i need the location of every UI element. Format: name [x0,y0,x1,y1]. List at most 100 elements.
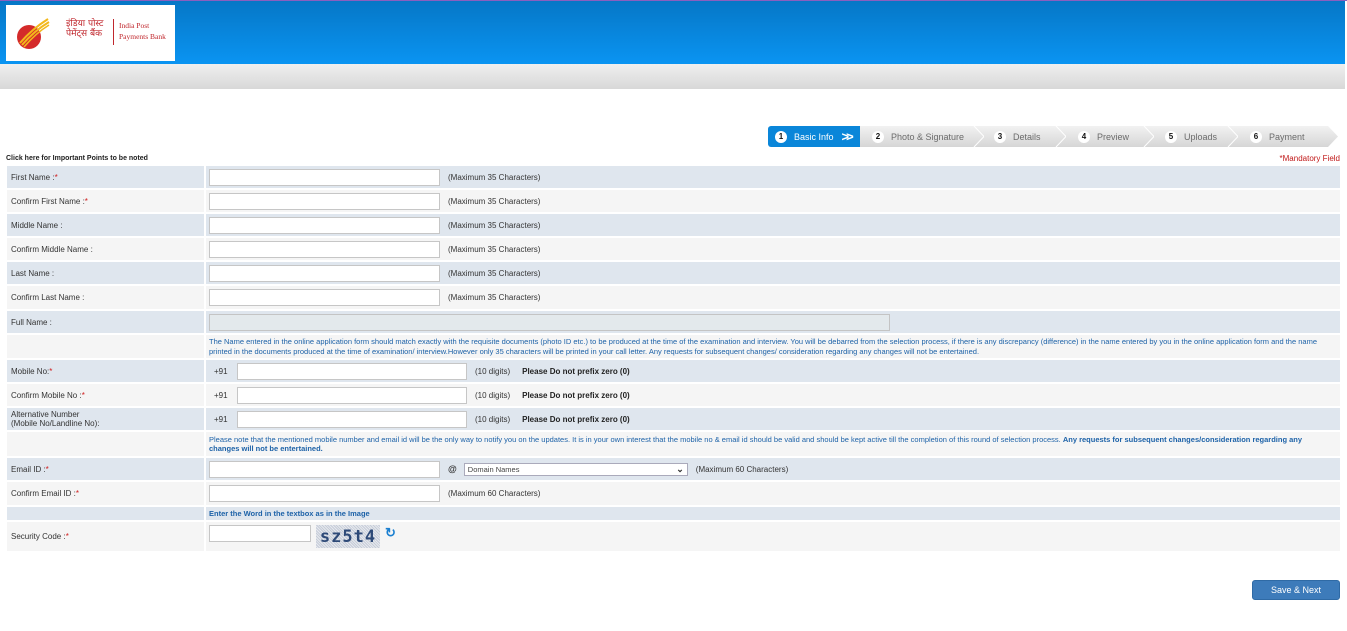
no-zero-note: Please Do not prefix zero (0) [522,390,630,400]
first-name-input[interactable] [209,168,440,186]
confirm-last-name-cell: (Maximum 35 Characters) [206,286,1340,309]
required-marker: * [65,532,69,541]
form-row-confirm-mobile: Confirm Mobile No : * +91 (10 digits) Ple… [7,384,1340,408]
form-row-alternative-number: Alternative Number (Mobile No/Landline N… [7,408,1340,432]
step-number: 1 [775,130,787,143]
captcha-image: sz5t4 [316,525,380,548]
confirm-mobile-cell: +91 (10 digits) Please Do not prefix zer… [206,384,1340,406]
form-row-contact-note: Please note that the mentioned mobile nu… [7,432,1340,458]
chevron-down-icon: ⌄ [676,463,684,474]
confirm-last-name-input[interactable] [209,289,440,306]
max-chars-hint: (Maximum 60 Characters) [695,464,789,474]
country-code: +91 [214,414,228,424]
required-marker: * [54,172,58,182]
alternative-number-input[interactable] [237,410,467,428]
form-row-confirm-middle-name: Confirm Middle Name : (Maximum 35 Charac… [7,238,1340,262]
required-marker: * [49,366,53,376]
label-text: Confirm First Name : [11,196,85,206]
captcha-note: Enter the Word in the textbox as in the … [209,509,370,518]
no-zero-note: Please Do not prefix zero (0) [522,366,630,376]
label-text: Confirm Mobile No : [11,390,82,400]
important-points-link[interactable]: Click here for Important Points to be no… [6,155,148,162]
form-row-mobile: Mobile No: * +91 (10 digits) Please Do no… [7,360,1340,384]
confirm-last-name-label: Confirm Last Name : [7,286,206,309]
step-label: Uploads [1184,131,1218,142]
domain-select-value: Domain Names [467,464,520,474]
full-name-input [209,313,890,331]
digits-hint: (10 digits) [475,414,511,424]
first-name-label: First Name : * [7,166,206,188]
step-label: Payment [1269,131,1305,142]
step-details[interactable]: 3 Details [984,126,1067,147]
middle-name-input[interactable] [209,216,440,234]
confirm-email-cell: (Maximum 60 Characters) [206,482,1340,505]
label-text: Security Code : [11,532,66,541]
mobile-label: Mobile No: * [7,360,206,382]
logo-separator [113,19,114,45]
country-code: +91 [214,366,228,376]
label-line1: Alternative Number [11,410,80,419]
logo-hindi-line1: इंडिया पोस्ट [66,19,104,29]
basic-info-form: First Name : * (Maximum 35 Characters) C… [7,166,1340,553]
max-chars-hint: (Maximum 35 Characters) [448,244,541,254]
mandatory-field-note: *Mandatory Field [1279,154,1340,163]
name-note-cell: The Name entered in the online applicati… [206,335,1340,358]
required-marker: * [75,489,80,498]
digits-hint: (10 digits) [475,366,511,376]
empty-label [7,335,206,358]
form-row-name-note: The Name entered in the online applicati… [7,335,1340,360]
save-next-button[interactable]: Save & Next [1252,580,1340,600]
mobile-input[interactable] [237,362,467,380]
contact-note: Please note that the mentioned mobile nu… [209,432,1340,457]
step-basic-info[interactable]: 1 Basic Info >> [768,126,860,147]
alternative-number-cell: +91 (10 digits) Please Do not prefix zer… [206,408,1340,430]
domain-select[interactable]: Domain Names ⌄ [463,462,688,476]
confirm-first-name-cell: (Maximum 35 Characters) [206,190,1340,212]
logo-hindi-text: इंडिया पोस्ट पेमेंट्स बैंक [66,19,103,39]
logo-english-line2: Payments Bank [119,32,166,41]
confirm-middle-name-label: Confirm Middle Name : [7,238,206,260]
no-zero-note: Please Do not prefix zero (0) [522,414,630,424]
form-row-confirm-first-name: Confirm First Name : * (Maximum 35 Chara… [7,190,1340,214]
confirm-mobile-input[interactable] [237,386,467,404]
step-number: 5 [1165,130,1177,143]
form-row-captcha-note: Enter the Word in the textbox as in the … [7,507,1340,522]
label-text: Mobile No: [11,366,50,376]
captcha-note-cell: Enter the Word in the textbox as in the … [206,507,1340,520]
confirm-mobile-label: Confirm Mobile No : * [7,384,206,406]
progress-steps: 1 Basic Info >> 2 Photo & Signature 3 De… [768,126,1338,147]
step-preview[interactable]: 4 Preview [1066,126,1155,147]
last-name-input[interactable] [209,264,440,282]
email-cell: @ Domain Names ⌄ (Maximum 60 Characters) [206,458,1340,480]
middle-name-cell: (Maximum 35 Characters) [206,214,1340,236]
refresh-captcha-icon[interactable]: ↻ [385,525,396,541]
confirm-email-input[interactable] [209,485,440,502]
label-text: Confirm Email ID : [11,489,76,498]
confirm-first-name-input[interactable] [209,192,440,210]
max-chars-hint: (Maximum 60 Characters) [448,489,541,498]
step-uploads[interactable]: 5 Uploads [1154,126,1239,147]
step-photo-signature[interactable]: 2 Photo & Signature [860,126,985,147]
mobile-cell: +91 (10 digits) Please Do not prefix zer… [206,360,1340,382]
double-chevron-icon: >> [841,129,854,144]
step-separator-icon [1227,126,1239,147]
security-code-label: Security Code : * [7,522,206,551]
step-payment[interactable]: 6 Payment [1238,126,1338,147]
email-input[interactable] [209,460,440,478]
required-marker: * [81,390,85,400]
full-name-label: Full Name : [7,311,206,333]
ippb-logo: इंडिया पोस्ट पेमेंट्स बैंक India Post Pa… [6,5,175,61]
security-code-input[interactable] [209,525,311,542]
form-row-middle-name: Middle Name : (Maximum 35 Characters) [7,214,1340,238]
empty-label [7,507,206,520]
confirm-middle-name-input[interactable] [209,240,440,258]
contact-note-cell: Please note that the mentioned mobile nu… [206,432,1340,456]
middle-name-label: Middle Name : [7,214,206,236]
label-text: Email ID : [11,464,46,474]
at-sign: @ [448,464,457,474]
form-row-first-name: First Name : * (Maximum 35 Characters) [7,166,1340,190]
ippb-emblem-icon [17,18,50,49]
max-chars-hint: (Maximum 35 Characters) [448,293,541,302]
confirm-first-name-label: Confirm First Name : * [7,190,206,212]
required-marker: * [84,196,88,206]
